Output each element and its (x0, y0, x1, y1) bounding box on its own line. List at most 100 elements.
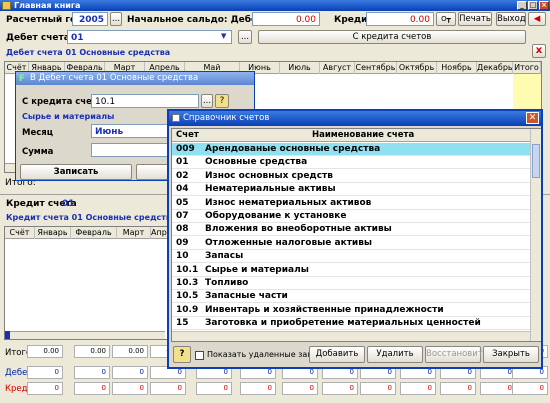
credit-sum-cell: 0 (322, 382, 358, 395)
account-name: Сырье и материалы (205, 264, 309, 275)
delete-icon[interactable]: x (532, 44, 546, 58)
delete-button[interactable]: Удалить (367, 346, 423, 363)
show-deleted-checkbox[interactable] (195, 351, 204, 360)
directory-title: Справочник счетов (183, 113, 270, 123)
debit-balance-field[interactable]: 0.00 (252, 12, 320, 26)
account-name: Отложенные налоговые активы (205, 237, 373, 248)
account-name: Оборудование к установке (205, 211, 347, 221)
entry-dialog-title-bar: F В Дебет счета 01 Основные средства (16, 72, 254, 85)
dialog-icon: F (19, 74, 25, 84)
maximize-button[interactable]: □ (528, 1, 538, 10)
help-icon[interactable]: ? (173, 346, 191, 363)
app-icon (2, 1, 11, 10)
accounts-list: Счет Наименование счета 009 Арендованые о… (171, 128, 541, 342)
debit-account-browse-button[interactable]: ... (238, 30, 252, 44)
add-button[interactable]: Добавить (309, 346, 365, 363)
credit-section-title: Кредит счета 01 Основные средства (6, 213, 177, 222)
scroll-left-icon[interactable] (5, 331, 10, 339)
account-code: 10.9 (176, 304, 199, 315)
account-row[interactable]: 10.3 Топливо (172, 277, 530, 290)
credit-sum-cell: 0 (400, 382, 436, 395)
close-button[interactable]: × (539, 1, 549, 10)
credit-sum-cell: 0 (74, 382, 110, 395)
credit-sum-cell: 0 (196, 382, 232, 395)
account-row[interactable]: 08 Вложения во внеоборотные активы (172, 223, 530, 237)
total-cell: 0.00 (112, 345, 148, 358)
account-row[interactable]: 10.5 Запасные части (172, 290, 530, 304)
account-code: 10.1 (176, 264, 199, 275)
exit-button[interactable]: Выход (496, 12, 526, 26)
account-name: Нематериальные активы (205, 184, 336, 195)
col-nov: Ноябрь (437, 62, 477, 74)
debit-account-label: Дебет счета (6, 33, 70, 43)
year-field[interactable]: 2005 (72, 12, 108, 26)
close-icon[interactable]: ✕ (526, 112, 539, 124)
account-row[interactable]: 15 Заготовка и приобретение материальных … (172, 317, 530, 331)
account-name: Износ основных средств (205, 170, 333, 181)
title-bar: Главная книга _ □ × (0, 0, 550, 11)
account-row[interactable]: 04 Нематериальные активы (172, 183, 530, 197)
account-row[interactable]: 01 Основные средства (172, 156, 530, 170)
account-code: 07 (176, 211, 189, 221)
from-credit-accounts-button[interactable]: С кредита счетов (258, 30, 526, 44)
sum-label: Сумма (22, 147, 54, 157)
account-name: Топливо (205, 278, 249, 288)
account-row[interactable]: 09 Отложенные налоговые активы (172, 237, 530, 250)
account-row[interactable]: 10 Запасы (172, 250, 530, 264)
close-dialog-button[interactable]: Закрыть (483, 346, 539, 363)
credit-sum-cell: 0 (480, 382, 516, 395)
debit-sum-cell: 0 (112, 366, 148, 379)
account-code: 10.3 (176, 278, 199, 288)
credit-sum-cell: 0 (240, 382, 276, 395)
credit-sum-cell: 0 (512, 382, 548, 395)
account-name: Инвентарь и хозяйственные принадлежности (205, 304, 444, 315)
balance-label: Начальное сальдо: Дебет: (127, 15, 266, 25)
account-code: 09 (176, 237, 189, 248)
col-total: Итого (513, 62, 541, 74)
scroll-thumb[interactable] (532, 144, 540, 178)
col-aug: Август (320, 62, 355, 74)
debit-account-select[interactable]: 01 (67, 30, 232, 44)
account-code: 08 (176, 224, 189, 235)
total-cell: 0.00 (74, 345, 110, 358)
accounts-hscrollbar[interactable] (172, 331, 530, 341)
key-button[interactable]: О┳ (436, 12, 456, 26)
from-credit-browse-button[interactable]: ... (201, 94, 213, 108)
restore-button[interactable]: Восстановить (425, 346, 488, 363)
col-jul: Июль (280, 62, 320, 74)
from-credit-name: Сырье и материалы (22, 112, 115, 121)
account-name: Основные средства (205, 157, 308, 168)
print-button[interactable]: Печать (458, 12, 492, 26)
credit-sum-cell: 0 (440, 382, 476, 395)
account-code: 10.5 (176, 291, 199, 302)
entry-dialog-title: В Дебет счета 01 Основные средства (30, 73, 199, 83)
help-icon[interactable]: ? (215, 94, 229, 108)
accounts-directory-dialog: Справочник счетов ✕ Счет Наименование сч… (167, 109, 543, 369)
credit-grid-scrollbar[interactable] (5, 331, 165, 339)
account-name: Запасы (205, 251, 244, 262)
accounts-vscrollbar[interactable] (530, 129, 541, 341)
col-sep: Сентябрь (355, 62, 397, 74)
account-row[interactable]: 07 Оборудование к установке (172, 210, 530, 223)
col-feb: Февраль (71, 227, 117, 239)
account-row[interactable]: 02 Износ основных средств (172, 170, 530, 183)
account-code: 10 (176, 251, 189, 262)
chevron-down-icon[interactable]: ▼ (221, 32, 226, 40)
debit-sum-cell: 0 (74, 366, 110, 379)
year-select-button[interactable]: ... (110, 12, 122, 26)
dialog-icon (172, 114, 180, 122)
credit-sum-cell: 0 (150, 382, 186, 395)
account-row[interactable]: 05 Износ нематериальных активов (172, 197, 530, 210)
minimize-button[interactable]: _ (517, 1, 527, 10)
from-credit-select[interactable]: 10.1 (91, 94, 199, 108)
account-name: Заготовка и приобретение материальных це… (205, 318, 481, 329)
record-button[interactable]: Записать (20, 164, 132, 180)
account-row[interactable]: 10.1 Сырье и материалы (172, 264, 530, 277)
account-name: Запасные части (205, 291, 288, 302)
account-row[interactable]: 10.9 Инвентарь и хозяйственные принадлежн… (172, 304, 530, 317)
col-oct: Октябрь (397, 62, 437, 74)
exit-icon[interactable]: ◀ (528, 12, 546, 26)
credit-balance-field[interactable]: 0.00 (366, 12, 434, 26)
credit-account-value[interactable]: 01 (62, 199, 75, 209)
account-row[interactable]: 009 Арендованые основные средства (172, 143, 530, 156)
